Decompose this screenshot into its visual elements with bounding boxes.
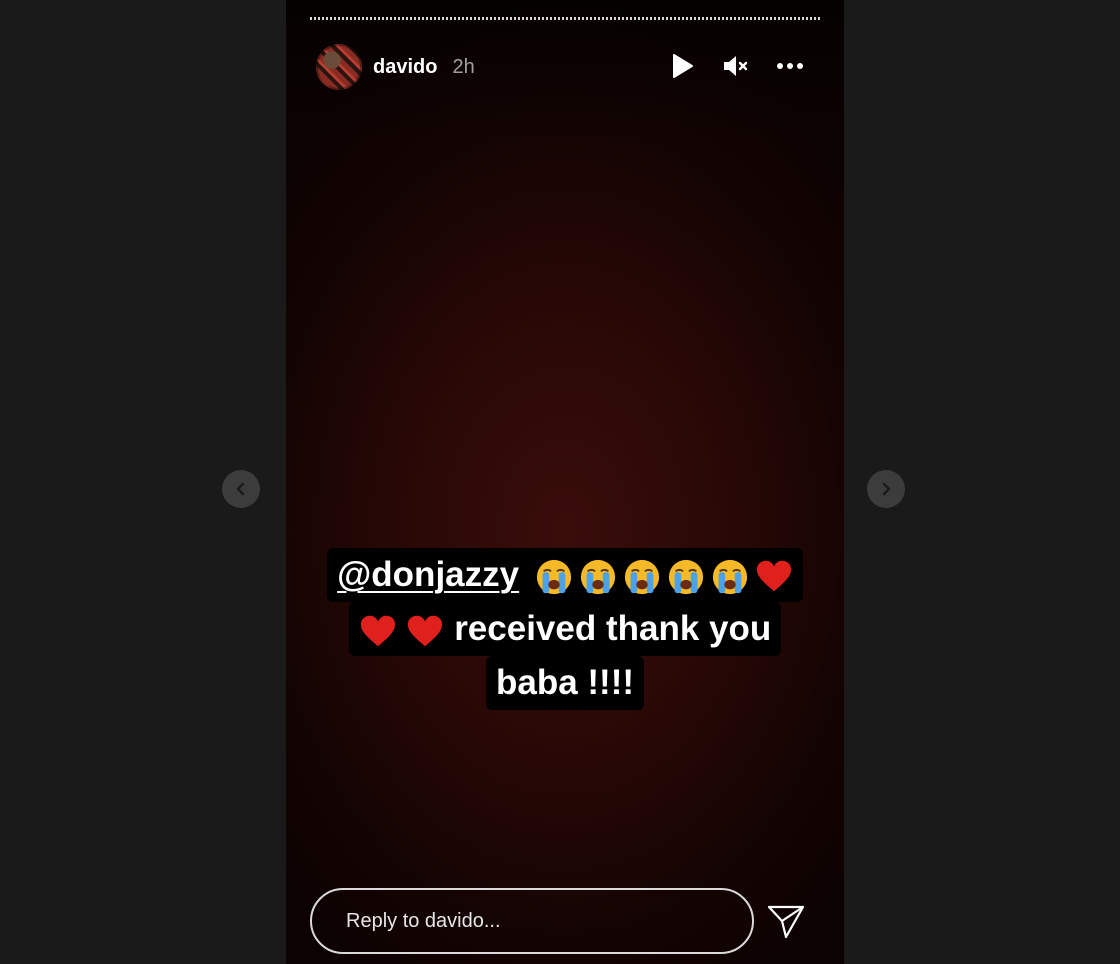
story-viewer: davido 2h @donjazzy received thank you b… (0, 0, 1120, 964)
red-heart-emoji-icon (408, 615, 443, 646)
story-progress-bar (310, 17, 820, 20)
loudly-crying-emoji-icon (536, 559, 571, 594)
reply-input[interactable] (344, 908, 728, 934)
more-horizontal-icon (777, 63, 803, 69)
play-icon (673, 54, 693, 78)
previous-story-button[interactable] (222, 470, 260, 508)
story-frame[interactable]: davido 2h @donjazzy received thank you b… (286, 0, 844, 964)
reply-box[interactable] (310, 888, 754, 954)
play-button[interactable] (668, 52, 696, 80)
chevron-left-icon (236, 482, 245, 496)
emoji-row-1 (535, 558, 793, 596)
loudly-crying-emoji-icon (624, 559, 659, 594)
more-options-button[interactable] (776, 52, 804, 80)
story-text-line-3: baba !!!! (485, 656, 645, 710)
mute-button[interactable] (722, 52, 750, 80)
loudly-crying-emoji-icon (712, 559, 747, 594)
story-timestamp: 2h (452, 55, 475, 78)
story-text-line-1: @donjazzy (327, 548, 803, 602)
story-text-baba: baba !!!! (495, 663, 635, 702)
story-text-line-2: received thank you (348, 602, 782, 656)
loudly-crying-emoji-icon (668, 559, 703, 594)
chevron-right-icon (882, 482, 891, 496)
story-text-sticker: @donjazzy received thank you baba !!!! (286, 548, 844, 710)
avatar[interactable] (316, 44, 362, 90)
send-button[interactable] (766, 904, 806, 940)
story-controls (668, 52, 804, 80)
story-username[interactable]: davido (373, 56, 437, 79)
red-heart-emoji-icon (360, 615, 395, 646)
red-heart-emoji-icon (756, 560, 791, 591)
paper-plane-icon (767, 905, 805, 939)
story-text-received: received thank you (454, 609, 772, 648)
next-story-button[interactable] (867, 470, 905, 508)
muted-speaker-icon (724, 56, 748, 76)
mention-link[interactable]: @donjazzy (337, 555, 519, 594)
loudly-crying-emoji-icon (580, 559, 615, 594)
